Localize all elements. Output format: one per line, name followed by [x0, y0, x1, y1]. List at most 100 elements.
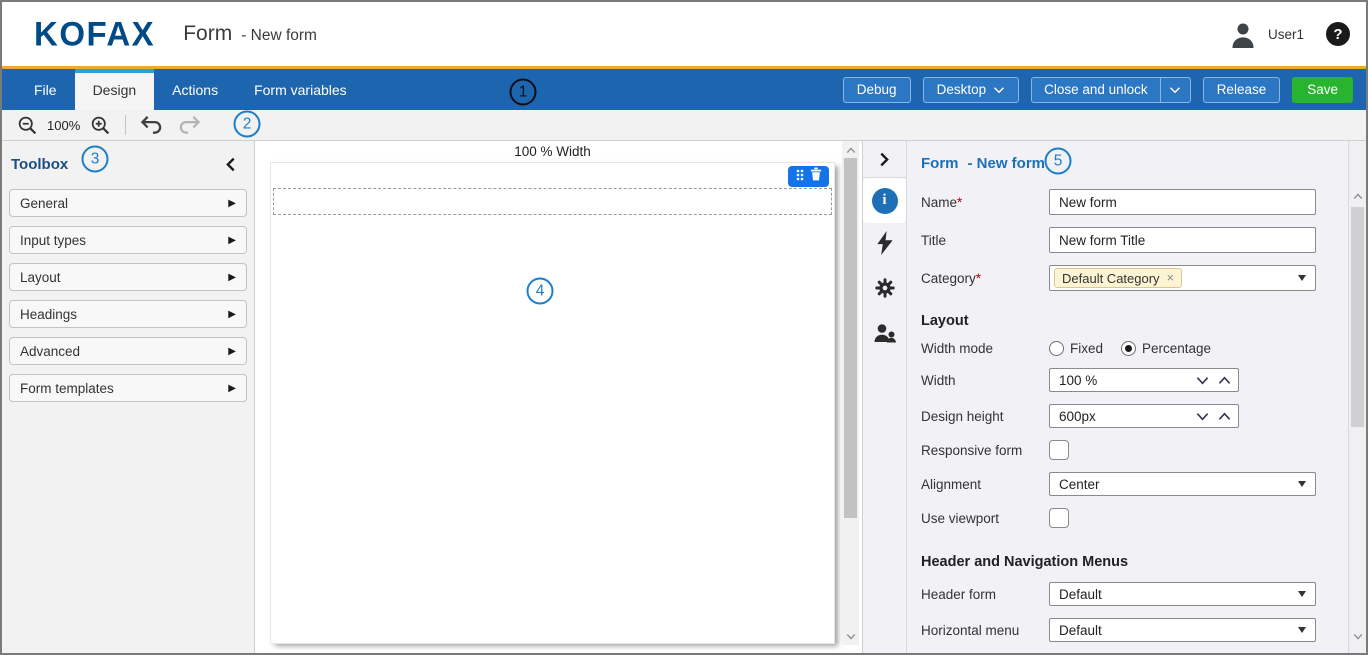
design-height-label: Design height	[921, 409, 1049, 424]
header-nav-section-heading: Header and Navigation Menus	[921, 554, 1316, 570]
menu-action-buttons: Debug Desktop Close and unlock R	[843, 69, 1366, 110]
close-and-unlock-split-button: Close and unlock	[1031, 77, 1191, 103]
drag-handle-icon[interactable]	[796, 168, 804, 186]
percentage-radio-label[interactable]: Percentage	[1142, 341, 1211, 356]
toolbox-item-label: Advanced	[20, 344, 80, 359]
canvas-scrollbar-thumb[interactable]	[844, 158, 857, 518]
collapse-properties-icon[interactable]	[863, 141, 906, 178]
design-height-value: 600px	[1059, 409, 1096, 424]
category-tag-label: Default Category	[1062, 271, 1160, 286]
annotation-3: 3	[82, 146, 109, 173]
design-canvas: 100 % Width	[255, 141, 862, 653]
help-button[interactable]: ?	[1326, 22, 1350, 46]
dropdown-arrow-icon	[1298, 275, 1306, 281]
dropdown-arrow-icon	[1298, 627, 1306, 633]
properties-scrollbar[interactable]	[1348, 141, 1366, 653]
expand-right-icon: ▶	[228, 346, 236, 357]
title-field[interactable]	[1049, 227, 1316, 253]
undo-icon[interactable]	[139, 113, 163, 137]
user-name[interactable]: User1	[1268, 27, 1304, 42]
annotation-4: 4	[527, 278, 554, 305]
percentage-radio[interactable]	[1121, 341, 1136, 356]
debug-button-label: Debug	[857, 82, 897, 97]
increment-icon[interactable]	[1218, 412, 1231, 421]
page-title-main: Form	[183, 22, 232, 46]
zoom-out-icon[interactable]	[15, 113, 39, 137]
debug-button[interactable]: Debug	[843, 77, 911, 103]
name-field[interactable]	[1049, 189, 1316, 215]
save-button[interactable]: Save	[1292, 77, 1353, 103]
zoom-level-value: 100%	[47, 118, 80, 133]
annotation-1: 1	[510, 79, 537, 106]
use-viewport-checkbox[interactable]	[1049, 508, 1069, 528]
horizontal-menu-select[interactable]: Default	[1049, 618, 1316, 642]
tab-settings[interactable]	[863, 268, 906, 313]
zoom-in-icon[interactable]	[88, 113, 112, 137]
title-label: Title	[921, 233, 1049, 248]
responsive-form-checkbox[interactable]	[1049, 440, 1069, 460]
increment-icon[interactable]	[1218, 376, 1231, 385]
header-form-select[interactable]: Default	[1049, 582, 1316, 606]
properties-title-main: Form	[921, 155, 959, 172]
row-toolbar-badge	[788, 166, 829, 187]
remove-tag-icon[interactable]: ×	[1167, 271, 1174, 285]
required-asterisk: *	[957, 195, 962, 210]
tab-file[interactable]: File	[16, 69, 75, 110]
alignment-select[interactable]: Center	[1049, 472, 1316, 496]
collapse-toolbox-icon[interactable]	[225, 157, 236, 172]
properties-content: Form - New form Name* Title	[907, 141, 1348, 653]
toolbox-item-headings[interactable]: Headings ▶	[9, 300, 247, 328]
width-value: 100 %	[1059, 373, 1097, 388]
toolbox-item-general[interactable]: General ▶	[9, 189, 247, 217]
scroll-up-icon[interactable]	[1349, 189, 1366, 203]
toolbox-panel: Toolbox General ▶ Input types ▶ Layout ▶…	[2, 141, 255, 653]
expand-right-icon: ▶	[228, 272, 236, 283]
tab-roles[interactable]	[863, 313, 906, 358]
tab-actions[interactable]: Actions	[154, 69, 236, 110]
menu-tabs: File Design Actions Form variables	[16, 69, 365, 110]
app-window: KOFAX Form - New form User1 ? File Desig…	[0, 0, 1368, 655]
category-combobox[interactable]: Default Category ×	[1049, 265, 1316, 291]
annotation-2: 2	[234, 111, 261, 138]
toolbox-item-input-types[interactable]: Input types ▶	[9, 226, 247, 254]
close-and-unlock-caret-button[interactable]	[1160, 78, 1190, 102]
decrement-icon[interactable]	[1196, 412, 1209, 421]
responsive-form-label: Responsive form	[921, 443, 1049, 458]
design-toolbar: 100%	[2, 110, 1366, 141]
fixed-radio[interactable]	[1049, 341, 1064, 356]
empty-row-dropzone[interactable]	[273, 188, 832, 215]
tab-form-variables[interactable]: Form variables	[236, 69, 365, 110]
alignment-label: Alignment	[921, 477, 1049, 492]
tab-events[interactable]	[863, 223, 906, 268]
canvas-width-label: 100 % Width	[270, 144, 835, 159]
scroll-up-icon[interactable]	[842, 143, 859, 157]
form-canvas[interactable]	[270, 162, 835, 644]
width-mode-label: Width mode	[921, 341, 1049, 356]
width-stepper[interactable]: 100 %	[1049, 368, 1239, 392]
tab-general-info[interactable]: i	[863, 178, 906, 223]
toolbox-item-advanced[interactable]: Advanced ▶	[9, 337, 247, 365]
delete-row-button[interactable]	[810, 167, 822, 186]
category-label: Category*	[921, 271, 1049, 286]
tab-design[interactable]: Design	[75, 69, 155, 110]
device-selector-button[interactable]: Desktop	[923, 77, 1020, 103]
properties-scrollbar-thumb[interactable]	[1351, 207, 1364, 427]
layout-section-heading: Layout	[921, 313, 1316, 329]
horizontal-menu-label: Horizontal menu	[921, 623, 1049, 638]
scroll-down-icon[interactable]	[1349, 629, 1366, 643]
main-area: Toolbox General ▶ Input types ▶ Layout ▶…	[2, 141, 1366, 653]
toolbox-item-layout[interactable]: Layout ▶	[9, 263, 247, 291]
use-viewport-label: Use viewport	[921, 511, 1049, 526]
decrement-icon[interactable]	[1196, 376, 1209, 385]
close-and-unlock-button[interactable]: Close and unlock	[1032, 78, 1160, 102]
toolbox-item-form-templates[interactable]: Form templates ▶	[9, 374, 247, 402]
release-button[interactable]: Release	[1203, 77, 1281, 103]
fixed-radio-label[interactable]: Fixed	[1070, 341, 1103, 356]
people-icon	[873, 322, 897, 349]
close-and-unlock-label: Close and unlock	[1044, 82, 1148, 97]
gear-icon	[874, 277, 896, 304]
scroll-down-icon[interactable]	[842, 629, 859, 643]
canvas-scrollbar[interactable]	[842, 141, 859, 645]
design-height-stepper[interactable]: 600px	[1049, 404, 1239, 428]
chevron-down-icon	[1169, 82, 1181, 97]
